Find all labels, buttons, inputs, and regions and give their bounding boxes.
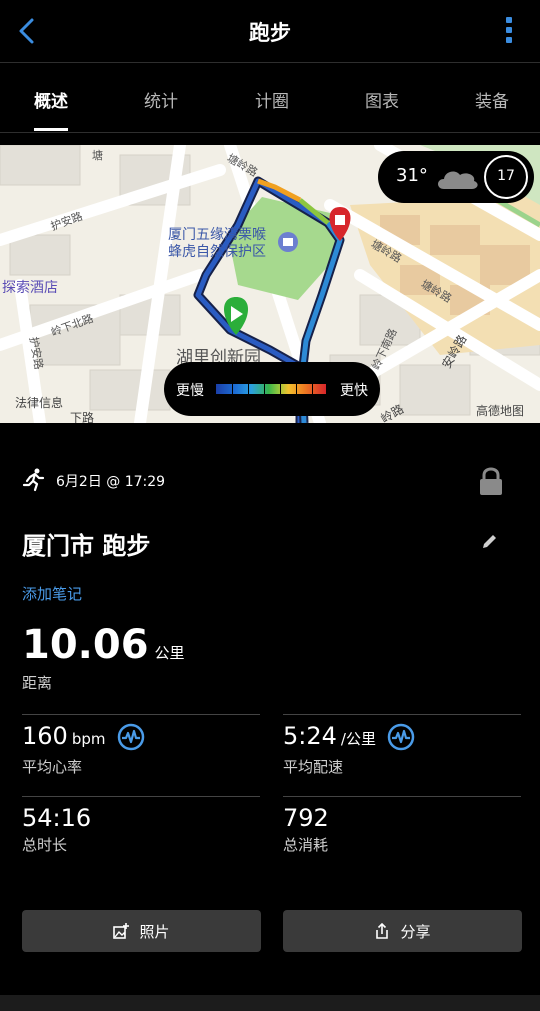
share-icon <box>376 922 389 939</box>
tab-laps[interactable]: 计圈 <box>227 87 317 112</box>
stat-value: 5:24 <box>283 722 337 750</box>
divider <box>22 796 260 797</box>
photo-button-label: 照片 <box>139 923 170 941</box>
avg-pace-stat: 5:24/公里 平均配速 <box>283 722 415 777</box>
road-label: 下路 <box>70 411 95 423</box>
distance-number: 10.06 <box>22 622 149 668</box>
pace-gradient-bar <box>216 384 326 394</box>
total-time-stat: 54:16 总时长 <box>22 804 91 855</box>
running-icon <box>22 468 45 492</box>
legal-info-link[interactable]: 法律信息 <box>15 394 63 411</box>
legend-slow-label: 更慢 <box>176 383 204 399</box>
tab-gear[interactable]: 装备 <box>447 87 537 112</box>
heart-rate-icon[interactable] <box>117 723 145 751</box>
top-bar: 跑步 <box>0 0 540 62</box>
stat-label: 总消耗 <box>283 836 329 854</box>
wind-speed: 17 <box>497 168 515 184</box>
heart-rate-icon[interactable] <box>387 723 415 751</box>
divider <box>283 796 521 797</box>
temperature: 31° <box>396 165 428 186</box>
distance-value: 10.06 公里 <box>22 622 185 668</box>
calories-stat: 792 总消耗 <box>283 804 329 855</box>
stat-value: 792 <box>283 804 329 832</box>
more-menu-button[interactable] <box>504 17 514 47</box>
divider <box>0 132 540 133</box>
activity-datetime: 6月2日 @ 17:29 <box>56 474 166 490</box>
stat-value: 54:16 <box>22 804 92 832</box>
activity-title: 厦门市 跑步 <box>22 532 151 560</box>
wind-indicator: 17 <box>484 155 528 199</box>
stat-unit: bpm <box>71 730 106 748</box>
page-title: 跑步 <box>249 21 291 45</box>
map-label-park: 厦门五缘湾栗喉 蜂虎自然保护区 <box>168 227 266 260</box>
bottom-bar <box>0 995 540 1011</box>
add-photo-icon <box>113 922 130 939</box>
tab-bar: 概述 统计 计圈 图表 装备 <box>0 63 540 133</box>
weather-badge: 31° 17 <box>378 151 534 203</box>
divider <box>283 714 521 715</box>
tab-overview[interactable]: 概述 <box>6 87 96 112</box>
share-button[interactable]: 分享 <box>283 910 522 952</box>
pace-legend: 更慢 更快 <box>164 362 380 416</box>
lock-icon[interactable] <box>478 466 504 496</box>
distance-label: 距离 <box>22 674 53 692</box>
active-tab-indicator <box>34 128 68 131</box>
stat-unit: /公里 <box>340 730 376 748</box>
stat-label: 总时长 <box>22 836 68 854</box>
add-photo-button[interactable]: 照片 <box>22 910 261 952</box>
map-provider-label: 高德地图 <box>476 404 525 418</box>
stat-label: 平均配速 <box>283 757 344 776</box>
more-vertical-icon <box>506 17 512 23</box>
legend-fast-label: 更快 <box>340 383 368 399</box>
map-label-hotel: 探索酒店 <box>2 280 58 296</box>
divider <box>22 714 260 715</box>
add-note-link[interactable]: 添加笔记 <box>22 583 82 604</box>
stat-value: 160 <box>22 722 68 750</box>
share-button-label: 分享 <box>400 923 431 941</box>
avg-heart-rate-stat: 160 bpm 平均心率 <box>22 722 145 777</box>
road-label: 塘 <box>92 149 103 162</box>
edit-pencil-icon[interactable] <box>481 532 499 550</box>
tab-charts[interactable]: 图表 <box>337 87 427 112</box>
distance-unit: 公里 <box>154 644 185 662</box>
stat-label: 平均心率 <box>22 757 83 776</box>
tab-stats[interactable]: 统计 <box>116 87 206 112</box>
cloudy-icon <box>438 171 478 189</box>
